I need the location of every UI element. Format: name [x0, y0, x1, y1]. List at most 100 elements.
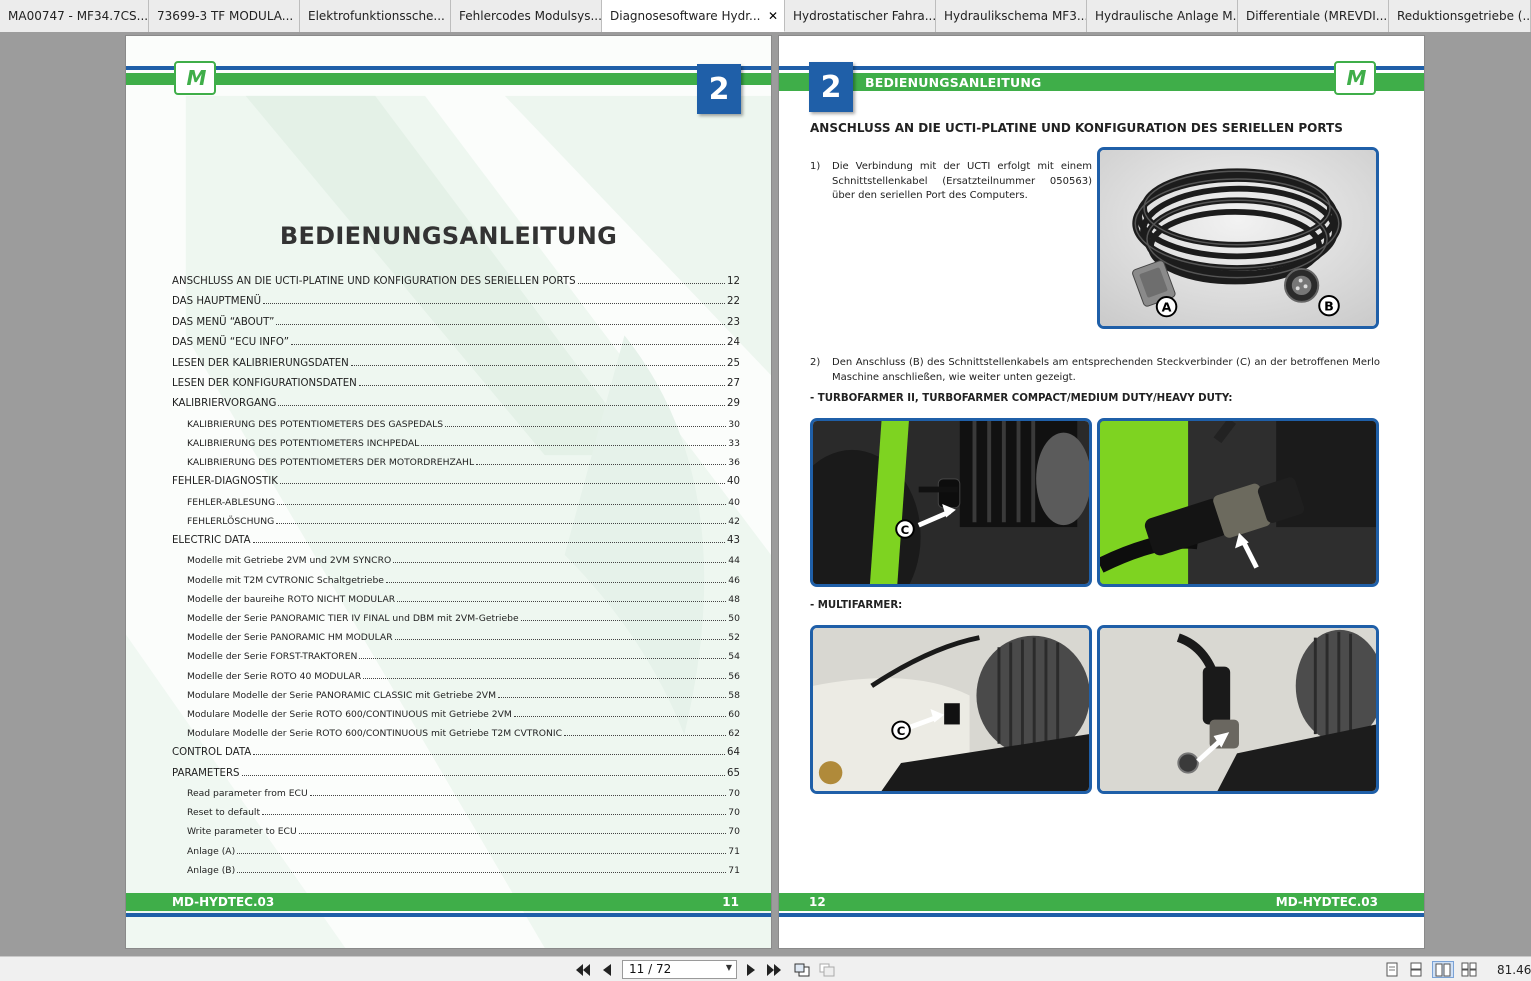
toc-entry[interactable]: Read parameter from ECU 70 [172, 788, 740, 807]
continuous-page-icon [1410, 962, 1422, 977]
toc-entry[interactable]: Modelle mit Getriebe 2VM und 2VM SYNCRO 4… [172, 555, 740, 574]
document-tab[interactable]: Differentiale (MREVDI... [1238, 0, 1389, 32]
toc-entry[interactable]: Modulare Modelle der Serie ROTO 600/CONT… [172, 709, 740, 728]
toc-entry[interactable]: Modelle mit T2M CVTRONIC Schaltgetriebe 4… [172, 575, 740, 594]
document-tab[interactable]: Fehlercodes Modulsys... [451, 0, 602, 32]
toc-entry[interactable]: Modulare Modelle der Serie PANORAMIC CLA… [172, 690, 740, 709]
next-view-button[interactable] [818, 961, 836, 978]
chapter-number: 2 [697, 64, 741, 114]
next-view-icon [819, 963, 835, 976]
toc-entry[interactable]: Modulare Modelle der Serie ROTO 600/CONT… [172, 728, 740, 747]
tab-label: Hydraulische Anlage M... [1095, 9, 1238, 23]
dropdown-arrow-icon[interactable]: ▼ [726, 963, 732, 972]
next-page-button[interactable] [742, 961, 760, 978]
toc-entry[interactable]: KALIBRIERUNG DES POTENTIOMETERS DER MOTO… [172, 457, 740, 476]
toc-entry[interactable]: PARAMETERS 65 [172, 768, 740, 788]
document-tab[interactable]: Elektrofunktionssche... [300, 0, 451, 32]
toc-entry[interactable]: Modelle der Serie PANORAMIC TIER IV FINA… [172, 613, 740, 632]
toc-entry[interactable]: FEHLERLÖSCHUNG 42 [172, 516, 740, 535]
document-tab-active[interactable]: Diagnosesoftware Hydr... ✕ [602, 0, 785, 32]
facing-pages-view-button[interactable] [1432, 961, 1454, 978]
close-tab-icon[interactable]: ✕ [768, 9, 778, 23]
toc-entry-title: ELECTRIC DATA [172, 535, 251, 547]
toc-entry-page: 54 [728, 651, 740, 663]
toc-entry[interactable]: DAS MENÜ “ECU INFO” 24 [172, 337, 740, 357]
toc-entry[interactable]: Anlage (B) 71 [172, 865, 740, 884]
turbofarmer-plug-photo [1097, 418, 1379, 587]
tab-label: Hydrostatischer Fahra... [793, 9, 936, 23]
svg-text:C: C [897, 724, 906, 738]
toc-entry[interactable]: LESEN DER KONFIGURATIONSDATEN 27 [172, 378, 740, 398]
toc-entry-page: 60 [728, 708, 740, 720]
page-title: BEDIENUNGSANLEITUNG [279, 222, 618, 250]
toc-entry-page: 36 [728, 457, 740, 469]
toc-entry-title: Anlage (A) [187, 845, 236, 857]
cable-photo: A B [1097, 147, 1379, 329]
toc-entry[interactable]: KALIBRIERUNG DES POTENTIOMETERS INCHPEDA… [172, 438, 740, 457]
document-tab[interactable]: Hydraulikschema MF3... [936, 0, 1087, 32]
toc-entry[interactable]: ELECTRIC DATA 43 [172, 535, 740, 555]
toc-leader-dots [350, 358, 726, 366]
toc-entry[interactable]: Modelle der baureihe ROTO NICHT MODULAR 4… [172, 594, 740, 613]
document-tab[interactable]: Reduktionsgetriebe (... [1389, 0, 1531, 32]
toc-entry-page: 12 [727, 276, 740, 287]
continuous-facing-icon [1461, 962, 1477, 977]
zoom-level[interactable]: 81.46 [1497, 963, 1531, 977]
toc-entry-page: 64 [727, 747, 740, 759]
toc-entry[interactable]: Modelle der Serie PANORAMIC HM MODULAR 52 [172, 632, 740, 651]
continuous-facing-view-button[interactable] [1460, 961, 1478, 978]
toc-entry[interactable]: Modelle der Serie ROTO 40 MODULAR 56 [172, 671, 740, 690]
toc-entry[interactable]: Write parameter to ECU 70 [172, 826, 740, 845]
toc-entry-title: Modelle mit T2M CVTRONIC Schaltgetriebe [187, 574, 384, 586]
subhead-multifarmer: - MULTIFARMER: [810, 600, 903, 611]
toc-entry-title: ANSCHLUSS AN DIE UCTI-PLATINE UND KONFIG… [172, 276, 576, 287]
previous-view-button[interactable] [793, 961, 811, 978]
toc-entry-page: 65 [727, 767, 740, 779]
label-a: A [1155, 296, 1178, 318]
toc-entry-title: Reset to default [187, 807, 261, 819]
turbofarmer-connector-photo: C [810, 418, 1092, 587]
single-page-view-button[interactable] [1383, 961, 1401, 978]
toc-entry-page: 23 [727, 316, 740, 328]
toc-leader-dots [564, 728, 727, 737]
toc-entry[interactable]: LESEN DER KALIBRIERUNGSDATEN 25 [172, 358, 740, 378]
toc-leader-dots [520, 613, 727, 622]
toc-entry[interactable]: FEHLER-ABLESUNG 40 [172, 497, 740, 516]
toc-entry-title: Modulare Modelle der Serie PANORAMIC CLA… [187, 689, 497, 701]
toc-leader-dots [276, 516, 727, 524]
header-stripe-blue [126, 66, 771, 70]
toc-entry[interactable]: KALIBRIERUNG DES POTENTIOMETERS DES GASP… [172, 419, 740, 438]
first-page-button[interactable] [574, 961, 592, 978]
previous-page-button[interactable] [598, 961, 616, 978]
toc-entry[interactable]: Anlage (A) 71 [172, 846, 740, 865]
last-page-button[interactable] [765, 961, 783, 978]
step-number: 1) [810, 161, 821, 172]
subhead-turbofarmer: - TURBOFARMER II, TURBOFARMER COMPACT/ME… [810, 393, 1233, 404]
toc-entry-page: 70 [728, 826, 740, 838]
multifarmer-plug-photo [1097, 625, 1379, 794]
page-indicator: 11 / 72 [629, 962, 672, 976]
document-tab[interactable]: Hydrostatischer Fahra... [785, 0, 936, 32]
page-number-input[interactable]: 11 / 72 ▼ [622, 960, 737, 979]
toc-entry[interactable]: DAS HAUPTMENÜ 22 [172, 296, 740, 316]
continuous-view-button[interactable] [1407, 961, 1425, 978]
document-tab[interactable]: 73699-3 TF MODULA... [149, 0, 300, 32]
toc-entry[interactable]: DAS MENÜ “ABOUT” 23 [172, 317, 740, 337]
toc-entry[interactable]: FEHLER-DIAGNOSTIK 40 [172, 476, 740, 496]
document-tab[interactable]: Hydraulische Anlage M... [1087, 0, 1238, 32]
toc-entry-title: KALIBRIERUNG DES POTENTIOMETERS INCHPEDA… [187, 437, 420, 449]
header-title: BEDIENUNGSANLEITUNG [865, 75, 1042, 90]
label-c: C [891, 720, 911, 740]
toc-entry-page: 30 [728, 418, 740, 430]
toc-leader-dots [237, 846, 727, 854]
toc-entry-title: Anlage (B) [187, 864, 236, 876]
toc-entry[interactable]: Reset to default 70 [172, 807, 740, 826]
toc-entry[interactable]: Modelle der Serie FORST-TRAKTOREN 54 [172, 651, 740, 670]
toc-entry[interactable]: KALIBRIERVORGANG 29 [172, 398, 740, 418]
document-tab[interactable]: MA00747 - MF34.7CS... [0, 0, 149, 32]
toc-entry-title: KALIBRIERUNG DES POTENTIOMETERS DER MOTO… [187, 457, 475, 469]
toc-entry[interactable]: CONTROL DATA 64 [172, 747, 740, 767]
toc-entry-title: KALIBRIERVORGANG [172, 398, 277, 410]
toc-entry[interactable]: ANSCHLUSS AN DIE UCTI-PLATINE UND KONFIG… [172, 276, 740, 296]
toc-leader-dots [358, 378, 726, 386]
